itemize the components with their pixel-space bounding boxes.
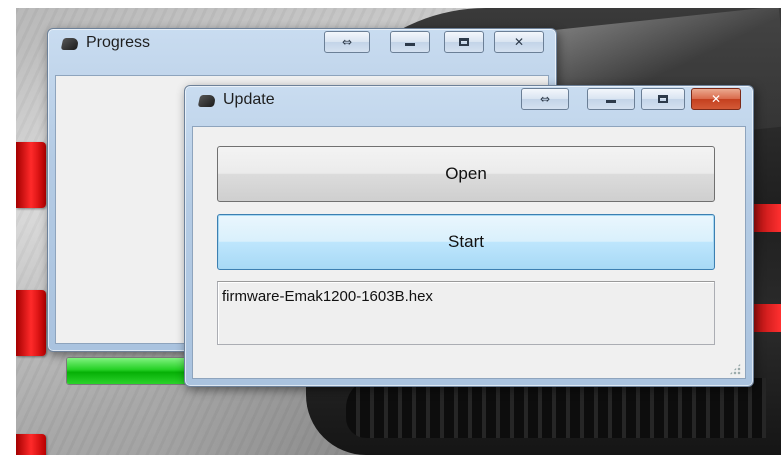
swap-icon[interactable]: ⇔ [521,88,569,110]
minimize-icon [405,43,415,46]
maximize-icon [658,95,668,103]
minimize-button[interactable] [390,31,430,53]
maximize-button[interactable] [444,31,484,53]
update-window-title: Update [223,91,275,108]
maximize-icon [459,38,469,46]
swap-icon[interactable]: ⇔ [324,31,370,53]
open-button[interactable]: Open [217,146,715,202]
close-icon[interactable]: ✕ [691,88,741,110]
start-button[interactable]: Start [217,214,715,270]
close-icon[interactable]: ✕ [494,31,544,53]
app-icon [197,95,217,107]
file-path-textbox[interactable]: firmware-Emak1200-1603B.hex [217,281,715,345]
progress-titlebar[interactable]: Progress ⇔ ✕ [48,29,556,59]
update-window[interactable]: Update ⇔ ✕ Open Start firmware-Emak1200-… [184,85,754,387]
red-side-tab[interactable] [16,290,46,356]
progress-window-title: Progress [86,34,151,51]
progress-bar-fill [67,358,196,384]
update-titlebar[interactable]: Update ⇔ ✕ [185,86,753,116]
minimize-button[interactable] [587,88,635,110]
app-icon [60,38,80,50]
red-side-tab[interactable] [16,142,46,208]
minimize-icon [606,100,616,103]
update-client-area: Open Start firmware-Emak1200-1603B.hex [192,126,746,379]
resize-grip-icon[interactable] [729,363,741,375]
maximize-button[interactable] [641,88,685,110]
red-side-tab[interactable] [16,434,46,455]
